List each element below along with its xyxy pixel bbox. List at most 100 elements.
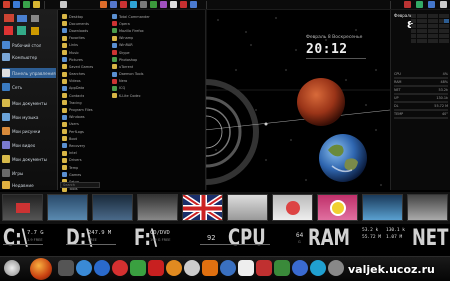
- calendar-cell[interactable]: [438, 14, 444, 18]
- explorer-item[interactable]: Favorites: [62, 35, 112, 42]
- app-icon[interactable]: [130, 1, 137, 8]
- calendar-cell[interactable]: [444, 14, 449, 18]
- calendar-cell[interactable]: [416, 24, 422, 28]
- explorer-item[interactable]: Music: [62, 49, 112, 56]
- explorer-item[interactable]: Contacts: [62, 92, 112, 99]
- calendar-cell[interactable]: [438, 24, 444, 28]
- calendar-cell[interactable]: [416, 14, 422, 18]
- window-thumbnail[interactable]: [47, 194, 88, 221]
- start-menu-item[interactable]: Мои музыка: [2, 112, 56, 122]
- calendar-cell[interactable]: [427, 14, 433, 18]
- app-icon[interactable]: [150, 1, 157, 8]
- app-icon[interactable]: [416, 1, 423, 8]
- explorer-item[interactable]: AppData: [62, 85, 112, 92]
- calendar-cell[interactable]: [411, 34, 416, 38]
- app-icon[interactable]: [184, 260, 200, 276]
- app-icon[interactable]: [76, 260, 92, 276]
- calendar-cell[interactable]: [427, 34, 433, 38]
- app-icon[interactable]: [100, 1, 107, 8]
- explorer-item[interactable]: Recovery: [62, 142, 112, 149]
- explorer-item[interactable]: Program Files: [62, 106, 112, 113]
- calendar-cell[interactable]: [411, 29, 416, 33]
- window-thumbnail[interactable]: [182, 194, 223, 221]
- app-icon[interactable]: [180, 1, 187, 8]
- calendar-cell[interactable]: [422, 29, 427, 33]
- app-icon[interactable]: [110, 1, 117, 8]
- app-icon[interactable]: [166, 260, 182, 276]
- calendar-cell[interactable]: [444, 24, 449, 28]
- app-icon[interactable]: [310, 260, 326, 276]
- start-menu-item[interactable]: Рабочий стол: [2, 40, 56, 50]
- app-icon[interactable]: [3, 1, 10, 8]
- explorer-item[interactable]: Opera: [112, 20, 162, 27]
- calendar-cell[interactable]: [416, 29, 422, 33]
- explorer-item[interactable]: Intel: [62, 150, 112, 157]
- explorer-search-input[interactable]: Search: [60, 182, 100, 188]
- firefox-icon[interactable]: [30, 258, 52, 280]
- calendar-cell[interactable]: [438, 39, 444, 43]
- explorer-item[interactable]: Links: [62, 42, 112, 49]
- app-icon[interactable]: [274, 260, 290, 276]
- start-menu-item[interactable]: Мои документы: [2, 98, 56, 108]
- app-icon[interactable]: [160, 1, 167, 8]
- start-menu-item[interactable]: Мои видео: [2, 140, 56, 150]
- calendar-cell[interactable]: [422, 19, 427, 23]
- app-icon[interactable]: [170, 1, 177, 8]
- explorer-item[interactable]: Videos: [62, 78, 112, 85]
- window-thumbnail[interactable]: [2, 194, 43, 221]
- calendar-cell[interactable]: [416, 34, 422, 38]
- explorer-item[interactable]: Daemon Tools: [112, 71, 162, 78]
- explorer-item[interactable]: Searches: [62, 71, 112, 78]
- calendar-cell[interactable]: [422, 24, 427, 28]
- window-thumbnail[interactable]: [137, 194, 178, 221]
- app-icon[interactable]: [292, 260, 308, 276]
- calendar-cell[interactable]: [422, 14, 427, 18]
- calendar-cell[interactable]: [444, 34, 449, 38]
- calendar-cell[interactable]: [444, 39, 449, 43]
- calendar-cell[interactable]: [411, 14, 416, 18]
- explorer-item[interactable]: Downloads: [62, 27, 112, 34]
- explorer-item[interactable]: Temp: [62, 164, 112, 171]
- app-icon[interactable]: [130, 260, 146, 276]
- explorer-item[interactable]: Pictures: [62, 56, 112, 63]
- app-icon[interactable]: [120, 1, 127, 8]
- start-menu-item[interactable]: Игры: [2, 168, 56, 178]
- close-app-icon[interactable]: [238, 260, 254, 276]
- app-icon[interactable]: [140, 1, 147, 8]
- calendar-cell[interactable]: [433, 34, 438, 38]
- calendar-cell[interactable]: [416, 39, 422, 43]
- start-menu-item-selected[interactable]: Панель управления: [2, 68, 56, 78]
- explorer-item[interactable]: Drivers: [62, 157, 112, 164]
- calendar-cell[interactable]: [433, 14, 438, 18]
- explorer-item[interactable]: Winamp: [112, 35, 162, 42]
- start-menu-item[interactable]: Недавние: [2, 180, 56, 190]
- app-icon[interactable]: [112, 260, 128, 276]
- calendar-cell[interactable]: [433, 24, 438, 28]
- explorer-item[interactable]: ICQ: [112, 85, 162, 92]
- explorer-item[interactable]: Skype: [112, 49, 162, 56]
- app-icon[interactable]: [190, 1, 197, 8]
- window-thumbnail[interactable]: [407, 194, 448, 221]
- explorer-item[interactable]: K-Lite Codec: [112, 92, 162, 99]
- calendar-cell[interactable]: [422, 34, 427, 38]
- explorer-item[interactable]: Nero: [112, 78, 162, 85]
- app-icon[interactable]: [328, 260, 344, 276]
- explorer-item[interactable]: Saved Games: [62, 63, 112, 70]
- explorer-item[interactable]: Users: [62, 121, 112, 128]
- calendar-cell[interactable]: [411, 39, 416, 43]
- calendar-cell[interactable]: [433, 19, 438, 23]
- calendar-cell[interactable]: [444, 29, 449, 33]
- window-thumbnail[interactable]: [92, 194, 133, 221]
- app-icon[interactable]: [13, 1, 20, 8]
- flash-icon[interactable]: [148, 260, 164, 276]
- clock-icon[interactable]: [4, 260, 20, 276]
- explorer-item[interactable]: Desktop: [62, 13, 112, 20]
- start-menu-item[interactable]: Мои документы: [2, 154, 56, 164]
- window-thumbnail[interactable]: [317, 194, 358, 221]
- calendar-cell[interactable]: [411, 24, 416, 28]
- app-icon[interactable]: [94, 260, 110, 276]
- explorer-item[interactable]: uTorrent: [112, 63, 162, 70]
- explorer-item[interactable]: WinRAR: [112, 42, 162, 49]
- start-menu-item[interactable]: Компьютер: [2, 52, 56, 62]
- calendar-cell[interactable]: [444, 19, 449, 23]
